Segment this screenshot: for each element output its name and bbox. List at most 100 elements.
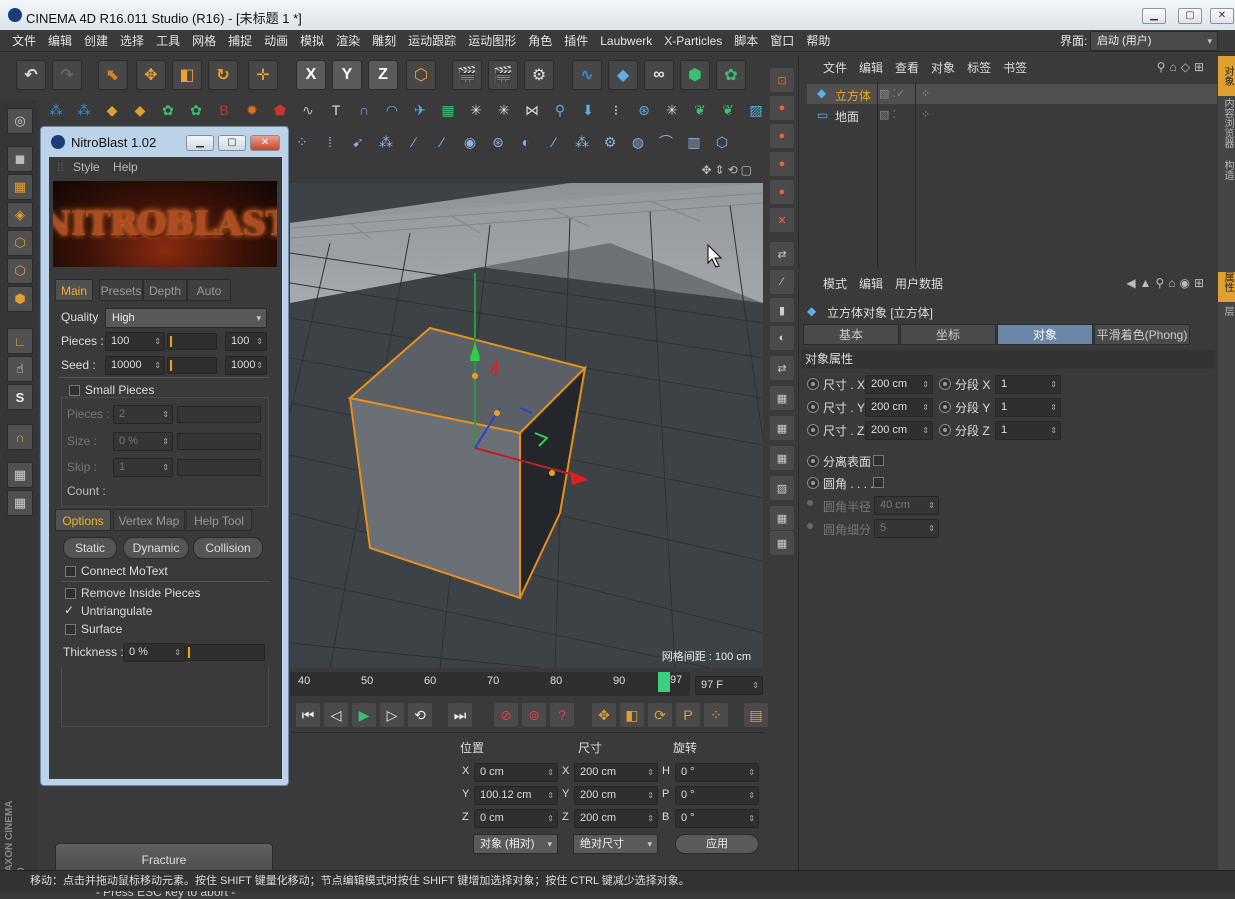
close-button[interactable]: ✕: [1210, 8, 1234, 24]
object-manager-nav-icons[interactable]: ⚲⌂◇⊞: [1157, 60, 1208, 74]
polygons-mode-icon[interactable]: ⬢: [7, 286, 33, 312]
thickness-field[interactable]: 0 % ⇕: [123, 643, 185, 662]
sp-size-field[interactable]: 0 % ⇕: [113, 432, 173, 451]
play-icon[interactable]: ▶: [352, 703, 376, 727]
planar-workplane-icon[interactable]: ▦: [7, 490, 33, 516]
render-view-icon[interactable]: 🎬: [452, 60, 482, 90]
sp-size-slider[interactable]: [177, 433, 261, 450]
apply-button[interactable]: 应用: [675, 834, 759, 854]
plugin-tool-icon[interactable]: ⬡: [710, 130, 734, 154]
object-name-cube[interactable]: 立方体: [835, 87, 871, 104]
rotation-field[interactable]: 0 ° ⇕: [675, 809, 759, 828]
object-manager-menu-item[interactable]: 书签: [1003, 61, 1027, 75]
menu-item[interactable]: 工具: [150, 30, 186, 52]
object-manager-menu-item[interactable]: 对象: [931, 61, 955, 75]
nb-mode-button[interactable]: Collision: [193, 537, 263, 559]
coord-mode-dropdown[interactable]: 对象 (相对): [473, 834, 558, 854]
remove-inside-checkbox[interactable]: [65, 588, 76, 599]
fillet-checkbox[interactable]: [873, 477, 884, 488]
size-radio[interactable]: [807, 424, 819, 436]
plugin-tool-icon[interactable]: ∩: [352, 98, 376, 122]
attribute-tab[interactable]: 平滑着色(Phong): [1094, 324, 1190, 345]
timeline-icon[interactable]: ▤: [744, 703, 768, 727]
plugin-tool-icon[interactable]: ⁝: [604, 98, 628, 122]
key-param-icon[interactable]: P: [676, 703, 700, 727]
plugin-tool-icon[interactable]: ❦: [716, 98, 740, 122]
visibility-toggle-icon[interactable]: ▧ ⁚: [879, 108, 896, 121]
tweak-mode-icon[interactable]: ☝: [7, 356, 33, 382]
manager-tool-icon[interactable]: ▦: [770, 531, 794, 555]
plugin-tool-icon[interactable]: ⬟: [268, 98, 292, 122]
minimize-button[interactable]: ▁: [1142, 8, 1166, 24]
visibility-toggle-icon[interactable]: ▧ ⁚✓: [879, 87, 905, 100]
plugin-tool-icon[interactable]: ✳: [660, 98, 684, 122]
rotation-field[interactable]: 0 ° ⇕: [675, 763, 759, 782]
plugin-tool-icon[interactable]: ⚲: [548, 98, 572, 122]
lock-workplane-icon[interactable]: ▦: [7, 462, 33, 488]
plugin-tool-icon[interactable]: ◍: [626, 130, 650, 154]
auto-key-icon[interactable]: ⊚: [522, 703, 546, 727]
nb-main-tab[interactable]: Presets: [99, 279, 143, 301]
seed-field[interactable]: 10000 ⇕: [105, 356, 165, 375]
nb-main-tab[interactable]: Depth: [143, 279, 187, 301]
attribute-manager-menu-item[interactable]: 模式: [823, 277, 847, 291]
object-manager-menu-item[interactable]: 查看: [895, 61, 919, 75]
plugin-tool-icon[interactable]: ◐: [514, 130, 538, 154]
edges-mode-icon[interactable]: ⬡: [7, 258, 33, 284]
menu-item[interactable]: Laubwerk: [594, 30, 658, 52]
plugin-tool-icon[interactable]: ⁞: [318, 130, 342, 154]
position-field[interactable]: 100.12 cm ⇕: [474, 786, 558, 805]
thickness-slider[interactable]: [185, 644, 265, 661]
menu-item[interactable]: 创建: [78, 30, 114, 52]
render-picture-viewer-icon[interactable]: 🎬: [488, 60, 518, 90]
size-field[interactable]: 200 cm ⇕: [574, 786, 658, 805]
segment-field[interactable]: 1 ⇕: [995, 375, 1061, 394]
rotation-field[interactable]: 0 ° ⇕: [675, 786, 759, 805]
next-frame-icon[interactable]: ▷: [380, 703, 404, 727]
menu-item[interactable]: 动画: [258, 30, 294, 52]
transform-tool-icon[interactable]: ✛: [248, 60, 278, 90]
magnet-icon[interactable]: ∩: [7, 424, 33, 450]
manager-tool-icon[interactable]: ●: [770, 96, 794, 120]
segment-field[interactable]: 1 ⇕: [995, 421, 1061, 440]
manager-tool-icon[interactable]: ◐: [770, 326, 794, 350]
plugin-tool-icon[interactable]: ⁂: [44, 98, 68, 122]
plugin-tool-icon[interactable]: ⁂: [374, 130, 398, 154]
menu-item[interactable]: 模拟: [294, 30, 330, 52]
live-select-icon[interactable]: ⬉: [98, 60, 128, 90]
axis-x-toggle[interactable]: X: [296, 60, 326, 90]
small-pieces-checkbox[interactable]: [69, 385, 80, 396]
object-manager-menu-item[interactable]: 编辑: [859, 61, 883, 75]
separate-surfaces-checkbox[interactable]: [873, 455, 884, 466]
plugin-tool-icon[interactable]: ⋈: [520, 98, 544, 122]
manager-tool-icon[interactable]: ⇄: [770, 242, 794, 266]
manager-tool-icon[interactable]: ▮: [770, 298, 794, 322]
segment-radio[interactable]: [939, 401, 951, 413]
manager-tool-icon[interactable]: ●: [770, 124, 794, 148]
segment-radio[interactable]: [939, 424, 951, 436]
tab-attributes[interactable]: 属性: [1218, 272, 1235, 302]
go-start-icon[interactable]: ⏮: [296, 703, 320, 727]
plugin-tool-icon[interactable]: ✈: [408, 98, 432, 122]
key-pla-icon[interactable]: ⁘: [704, 703, 728, 727]
plugin-tool-icon[interactable]: B: [212, 98, 236, 122]
timeline[interactable]: 40 50 60 70 80 90 97 97 F ⇕: [290, 670, 763, 700]
size-field[interactable]: 200 cm ⇕: [865, 421, 933, 440]
scale-tool-icon[interactable]: ◧: [172, 60, 202, 90]
fillet-radius-field[interactable]: 40 cm ⇕: [874, 496, 939, 515]
attribute-tab[interactable]: 坐标: [900, 324, 996, 345]
axis-y-toggle[interactable]: Y: [332, 60, 362, 90]
sp-skip-slider[interactable]: [177, 459, 261, 476]
object-name-floor[interactable]: 地面: [835, 108, 859, 125]
nb-options-tab[interactable]: Help Tool: [186, 509, 252, 531]
pieces-max-field[interactable]: 100 ⇕: [225, 332, 267, 351]
menu-item[interactable]: 窗口: [764, 30, 800, 52]
plugin-tool-icon[interactable]: ⁂: [72, 98, 96, 122]
spline-pen-icon[interactable]: ∿: [572, 60, 602, 90]
seed-max-field[interactable]: 1000 ⇕: [225, 356, 267, 375]
nb-minimize-button[interactable]: ▁: [186, 135, 214, 151]
nb-mode-button[interactable]: Dynamic: [123, 537, 189, 559]
menu-item[interactable]: 雕刻: [366, 30, 402, 52]
menu-item[interactable]: 网格: [186, 30, 222, 52]
key-help-icon[interactable]: ?: [550, 703, 574, 727]
